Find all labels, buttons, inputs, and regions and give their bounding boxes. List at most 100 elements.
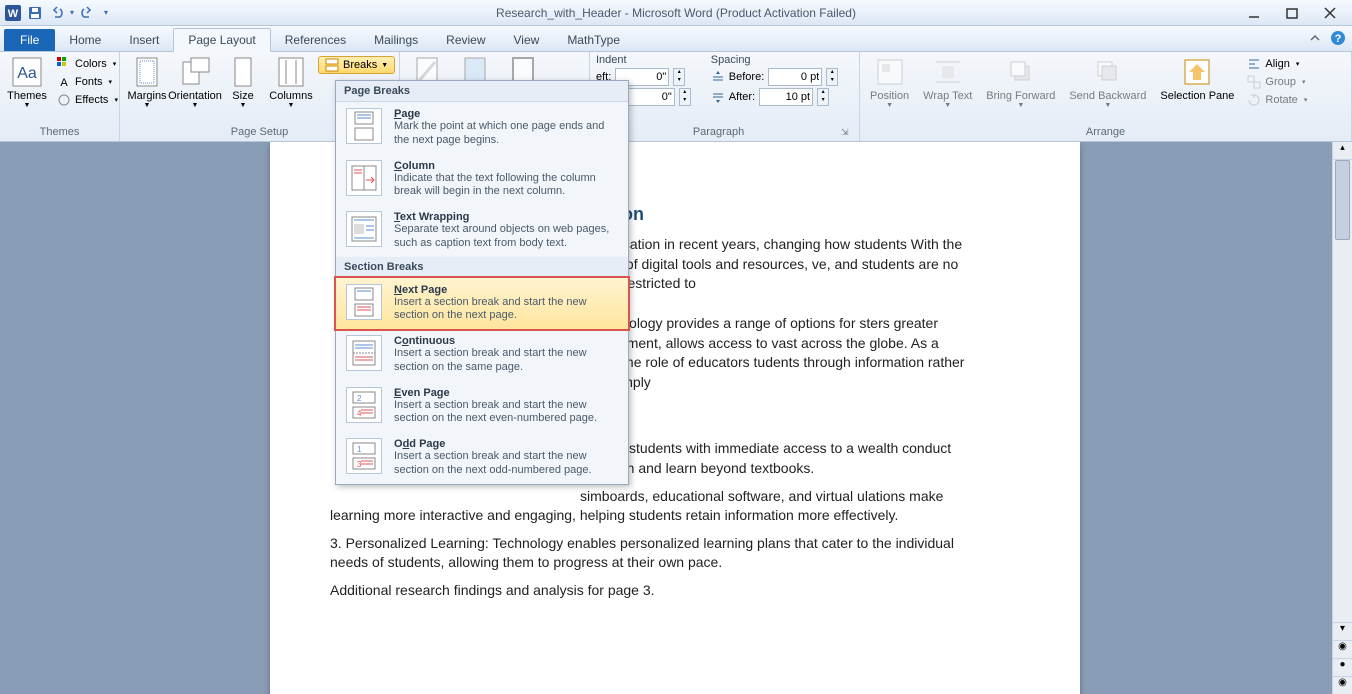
section-breaks-header: Section Breaks [336,257,628,278]
themes-label: Themes [7,90,47,102]
tab-file[interactable]: File [4,29,55,51]
spacing-before-spinner[interactable]: ▴▾ [826,68,838,86]
menu-continuous-desc: Insert a section break and start the new… [394,347,618,375]
text-wrapping-icon [346,211,382,247]
doc-para-5: 3. Personalized Learning: Technology ena… [330,534,970,573]
next-page-icon [346,284,382,320]
group-themes-label: Themes [6,124,113,141]
vertical-scrollbar[interactable]: ▴ ▾ ◉ ● ◉ [1332,142,1352,694]
menu-odd-page-desc: Insert a section break and start the new… [394,450,618,478]
tab-mathtype[interactable]: MathType [553,29,634,51]
indent-right-spinner[interactable]: ▴▾ [679,88,691,106]
position-button[interactable]: Position▼ [866,54,913,111]
menu-item-even-page[interactable]: 24 Even PageInsert a section break and s… [336,381,628,433]
group-button[interactable]: Group▾ [1244,74,1310,90]
menu-item-continuous[interactable]: ContinuousInsert a section break and sta… [336,329,628,381]
tab-insert[interactable]: Insert [115,29,173,51]
indent-left-spinner[interactable]: ▴▾ [673,68,685,86]
wrap-text-button[interactable]: Wrap Text▼ [919,54,976,111]
indent-header: Indent [596,54,691,66]
align-button[interactable]: Align▾ [1244,56,1310,72]
tab-home[interactable]: Home [55,29,115,51]
paragraph-dialog-launcher[interactable]: ⇲ [841,127,853,139]
maximize-button[interactable] [1282,3,1302,23]
spacing-after-spinner[interactable]: ▴▾ [817,88,829,106]
tab-mailings[interactable]: Mailings [360,29,432,51]
menu-column-desc: Indicate that the text following the col… [394,172,618,200]
menu-item-column[interactable]: ColumnIndicate that the text following t… [336,154,628,206]
breaks-button[interactable]: Breaks▼ [318,56,395,74]
columns-button[interactable]: Columns▼ [270,54,312,111]
undo-icon[interactable] [48,4,66,22]
theme-fonts-button[interactable]: AFonts▾ [54,74,121,90]
prev-page-button[interactable]: ◉ [1333,640,1352,658]
chevron-down-icon: ▼ [24,102,31,109]
tab-review[interactable]: Review [432,29,499,51]
scroll-up-button[interactable]: ▴ [1333,142,1352,160]
spacing-header: Spacing [711,54,838,66]
column-break-icon [346,160,382,196]
size-button[interactable]: Size▼ [222,54,264,111]
group-paragraph: Indent eft:▴▾ ight:▴▾ Spacing Before:▴▾ … [590,52,860,141]
scroll-thumb[interactable] [1335,160,1350,240]
group-arrange-label: Arrange [866,124,1345,141]
spacing-after-input[interactable] [759,88,813,106]
next-page-button[interactable]: ◉ [1333,676,1352,694]
menu-item-odd-page[interactable]: 13 Odd PageInsert a section break and st… [336,432,628,484]
menu-page-desc: Mark the point at which one page ends an… [394,120,618,148]
word-icon: W [4,4,22,22]
doc-para-4: simboards, educational software, and vir… [330,487,970,526]
page-breaks-header: Page Breaks [336,81,628,102]
redo-icon[interactable] [78,4,96,22]
tab-references[interactable]: References [271,29,360,51]
menu-next-page-desc: Insert a section break and start the new… [394,296,618,324]
spacing-before-icon [711,70,725,84]
menu-text-wrapping-desc: Separate text around objects on web page… [394,223,618,251]
spacing-before-input[interactable] [768,68,822,86]
orientation-button[interactable]: Orientation▼ [174,54,216,111]
send-backward-button[interactable]: Send Backward▼ [1065,54,1150,111]
svg-text:1: 1 [357,445,362,454]
doc-para-3: rovides students with immediate access t… [580,439,970,478]
rotate-button[interactable]: Rotate▾ [1244,92,1310,108]
menu-item-text-wrapping[interactable]: Text WrappingSeparate text around object… [336,205,628,257]
minimize-button[interactable] [1244,3,1264,23]
scroll-track[interactable] [1335,160,1350,634]
undo-dropdown-icon[interactable]: ▾ [70,8,74,17]
margins-button[interactable]: Margins▼ [126,54,168,111]
tab-view[interactable]: View [500,29,554,51]
selection-pane-button[interactable]: Selection Pane [1156,54,1238,104]
minimize-ribbon-icon[interactable] [1308,31,1322,45]
breaks-dropdown-menu: Page Breaks PageMark the point at which … [335,80,629,485]
menu-page-title: age [401,108,420,120]
theme-colors-button[interactable]: Colors▾ [54,56,121,72]
save-icon[interactable] [26,4,44,22]
doc-para-2: s, technology provides a range of option… [580,314,970,392]
qat-customize-icon[interactable]: ▾ [104,8,108,17]
doc-para-6: Additional research findings and analysi… [330,581,970,601]
close-button[interactable] [1320,3,1340,23]
title-bar: W ▾ ▾ Research_with_Header - Microsoft W… [0,0,1352,26]
group-arrange: Position▼ Wrap Text▼ Bring Forward▼ Send… [860,52,1352,141]
group-themes: Aa Themes ▼ Colors▾ AFonts▾ Effects▾ The… [0,52,120,141]
doc-heading-2: ation [580,412,970,433]
tab-page-layout[interactable]: Page Layout [173,28,270,52]
menu-item-page[interactable]: PageMark the point at which one page end… [336,102,628,154]
page-break-icon [346,108,382,144]
scroll-down-button[interactable]: ▾ [1333,622,1352,640]
spacing-after-icon [711,90,725,104]
ribbon: Aa Themes ▼ Colors▾ AFonts▾ Effects▾ The… [0,52,1352,142]
continuous-icon [346,335,382,371]
menu-item-next-page[interactable]: Next PageInsert a section break and star… [334,276,630,332]
chevron-down-icon: ▼ [381,62,388,69]
svg-text:Aa: Aa [17,65,37,82]
themes-button[interactable]: Aa Themes ▼ [6,54,48,111]
bring-forward-button[interactable]: Bring Forward▼ [982,54,1059,111]
doc-heading-1: ucation [580,202,970,227]
group-paragraph-label: Paragraph [596,124,841,141]
svg-text:A: A [60,77,68,89]
svg-text:?: ? [1335,33,1342,45]
help-icon[interactable]: ? [1330,30,1346,46]
browse-object-button[interactable]: ● [1333,658,1352,676]
theme-effects-button[interactable]: Effects▾ [54,92,121,108]
